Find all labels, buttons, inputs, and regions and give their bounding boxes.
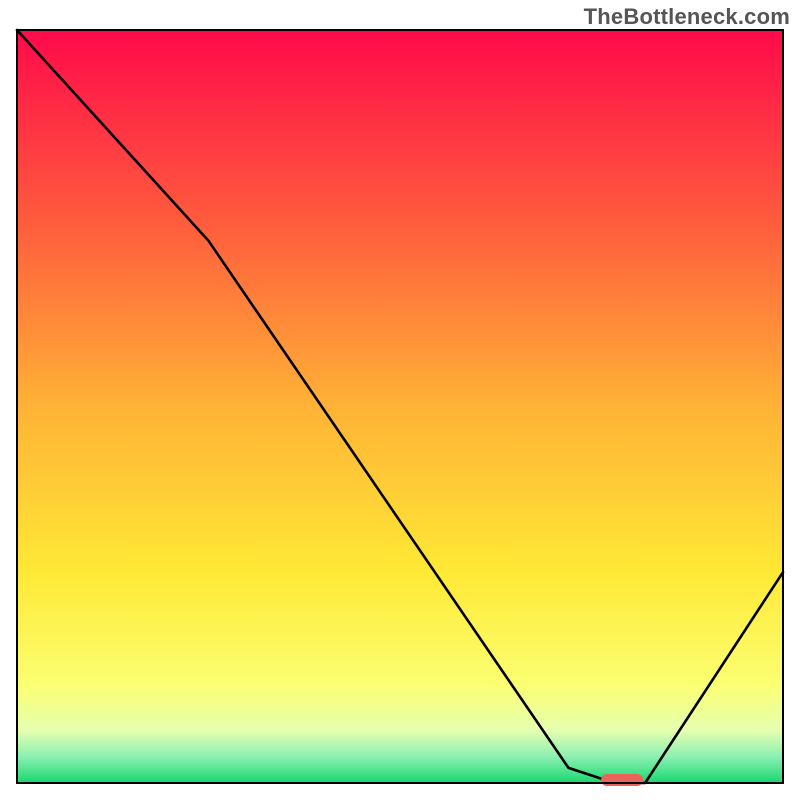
optimum-marker [601, 774, 643, 786]
watermark-text: TheBottleneck.com [584, 4, 790, 30]
bottleneck-chart [0, 0, 800, 800]
chart-background [17, 30, 783, 783]
